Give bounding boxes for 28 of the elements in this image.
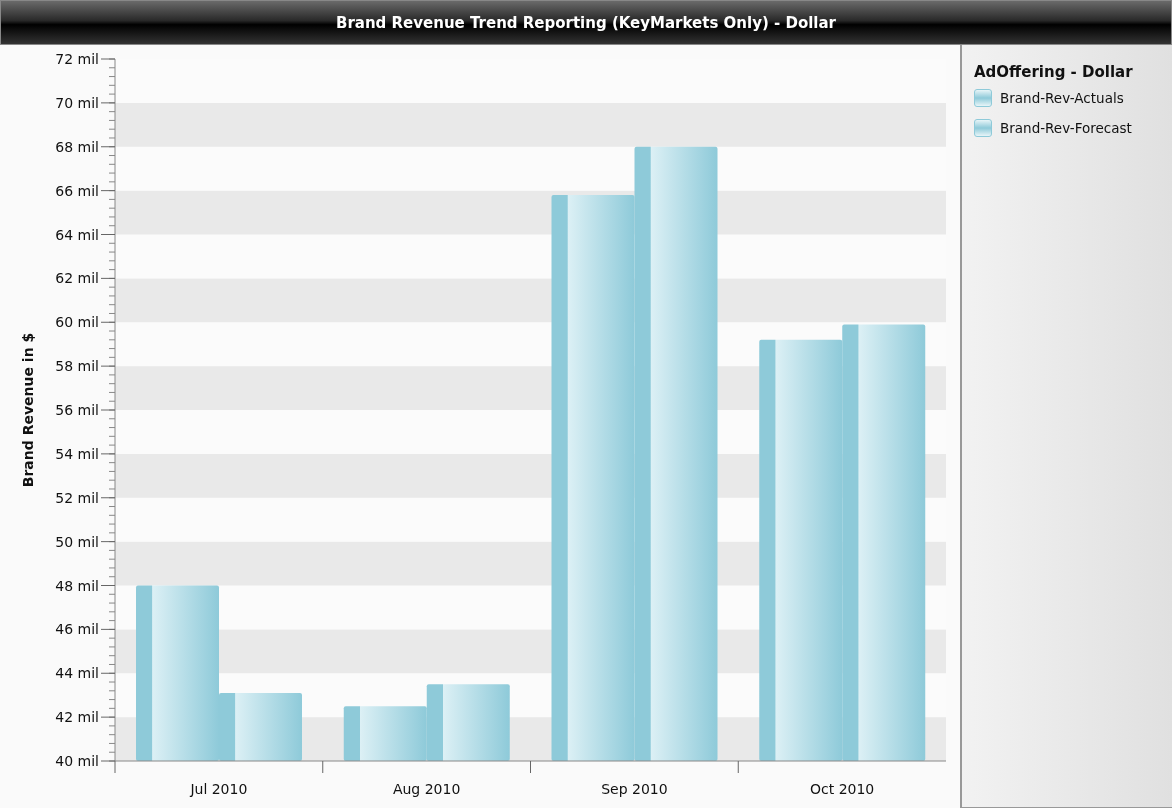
y-tick-label: 58 mil <box>55 358 99 375</box>
y-tick-label: 46 mil <box>55 621 99 638</box>
y-tick-label: 44 mil <box>55 665 99 682</box>
x-tick-label: Aug 2010 <box>392 781 461 797</box>
legend-swatch <box>974 89 992 107</box>
y-tick-label: 68 mil <box>55 138 99 155</box>
y-tick-label: 66 mil <box>55 182 99 199</box>
y-tick-label: 70 mil <box>55 94 99 111</box>
legend-label: Brand-Rev-Forecast <box>1000 120 1132 136</box>
y-tick-label: 54 mil <box>55 445 99 462</box>
x-tick-label: Jul 2010 <box>190 781 248 797</box>
x-tick-label: Oct 2010 <box>810 781 875 797</box>
y-tick-label: 64 mil <box>55 226 99 243</box>
legend-swatch <box>974 119 992 137</box>
y-tick-label: 60 mil <box>55 314 99 331</box>
y-tick-label: 56 mil <box>55 402 99 418</box>
y-tick-label: 48 mil <box>55 577 99 594</box>
window-title: Brand Revenue Trend Reporting (KeyMarkets Only) - Dollar <box>0 0 1172 45</box>
y-tick-label: 72 mil <box>55 51 99 67</box>
y-tick-label: 62 mil <box>55 270 99 287</box>
y-axis-title: Brand Revenue in $ <box>20 332 36 488</box>
y-tick-label: 52 mil <box>55 489 99 506</box>
y-tick-label: 50 mil <box>55 533 99 550</box>
y-tick-label: 40 mil <box>55 753 99 769</box>
y-tick-label: 42 mil <box>55 709 99 726</box>
x-tick-label: Sep 2010 <box>601 781 668 797</box>
legend-title: AdOffering - Dollar <box>974 63 1134 81</box>
legend-label: Brand-Rev-Actuals <box>1000 90 1124 106</box>
